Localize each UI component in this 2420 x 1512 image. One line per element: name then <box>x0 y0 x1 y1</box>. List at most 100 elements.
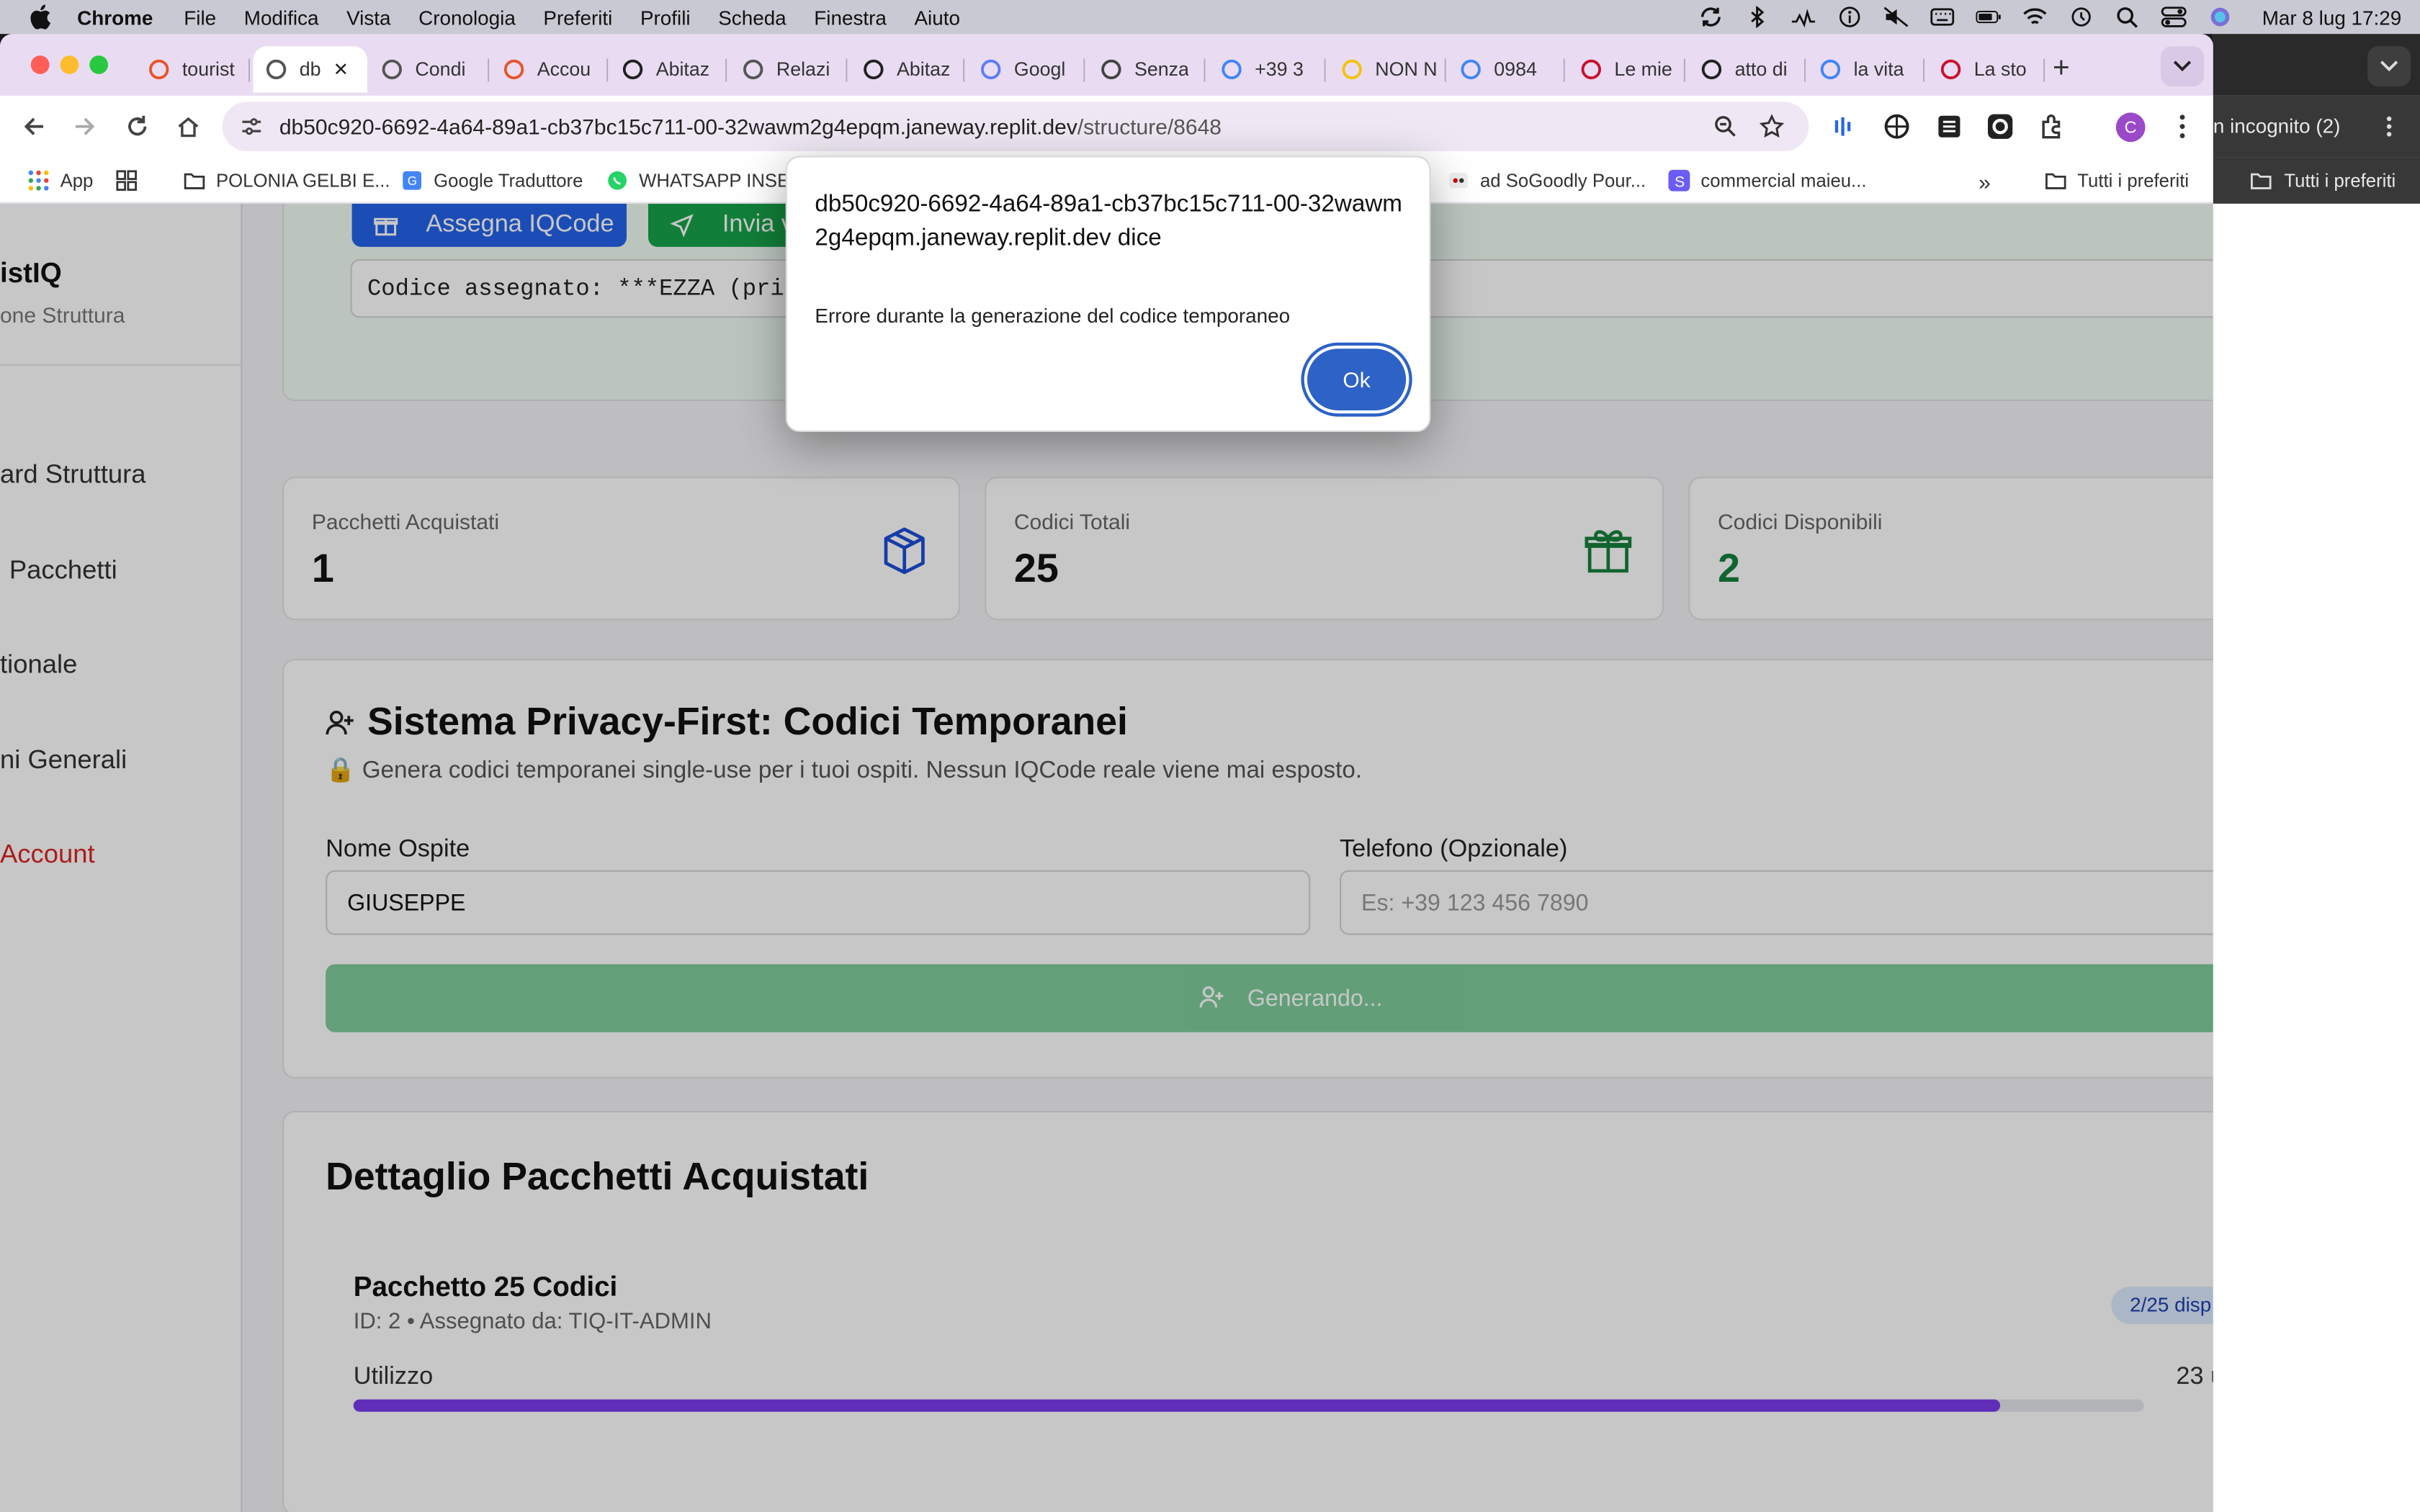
keyboard-icon[interactable] <box>1929 6 1955 28</box>
menu-finestra[interactable]: Finestra <box>814 6 887 29</box>
browser-tab[interactable]: La sto <box>1931 46 2045 92</box>
incognito-label[interactable]: n incognito (2) <box>2213 114 2341 138</box>
menu-file[interactable]: File <box>184 6 216 29</box>
battery-icon[interactable] <box>1975 6 2001 28</box>
new-tab-button[interactable]: + <box>2053 53 2070 86</box>
browser-tab[interactable]: 0984 <box>1451 46 1565 92</box>
tab-title: Abitaz <box>897 58 951 81</box>
kebab-menu-icon[interactable] <box>2167 111 2198 142</box>
mute-icon[interactable] <box>1883 6 1909 28</box>
browser-tab[interactable]: Senza <box>1091 46 1206 92</box>
svg-text:G: G <box>408 174 417 188</box>
extension-badge-icon[interactable] <box>1985 111 2016 142</box>
browser-tab[interactable]: Abitaz <box>853 46 965 92</box>
tab-title: db <box>299 58 321 81</box>
zoom-window-button[interactable] <box>89 55 108 74</box>
tab-title: Abitaz <box>655 58 710 81</box>
reader-mode-icon[interactable] <box>1934 111 1965 142</box>
menu-bar-clock[interactable]: Mar 8 lug 17:29 <box>2262 6 2402 29</box>
browser-tab[interactable]: NON N <box>1332 46 1446 92</box>
incognito-bookmarks-bar: Tutti i preferiti <box>2213 157 2420 204</box>
close-tab-icon[interactable]: ✕ <box>333 58 349 80</box>
menu-preferiti[interactable]: Preferiti <box>543 6 612 29</box>
wifi-icon[interactable] <box>2021 6 2047 28</box>
browser-tab[interactable]: Condi <box>372 46 490 92</box>
siri-icon[interactable] <box>2207 6 2233 28</box>
s-logo-icon: S <box>1668 169 1690 192</box>
bookmark-whatsapp[interactable]: WHATSAPP INSER <box>606 170 803 192</box>
browser-tab[interactable]: Relazi <box>733 46 848 92</box>
menu-scheda[interactable]: Scheda <box>718 6 786 29</box>
close-window-button[interactable] <box>30 55 50 74</box>
tab-separator <box>1683 58 1685 82</box>
tab-separator <box>1923 58 1925 82</box>
browser-toolbar: db50c920-6692-4a64-89a1-cb37bc15c711-00-… <box>0 95 2213 158</box>
bluetooth-icon[interactable] <box>1744 6 1770 28</box>
spotlight-search-icon[interactable] <box>2114 6 2140 28</box>
kebab-menu-icon[interactable] <box>2377 114 2401 139</box>
site-info-icon[interactable] <box>241 116 262 138</box>
extension-circle-icon[interactable] <box>1881 111 1912 142</box>
bookmark-apps[interactable]: App <box>28 170 93 192</box>
audio-extension-icon[interactable] <box>1829 111 1860 142</box>
browser-tab[interactable]: db ✕ <box>253 46 367 93</box>
tab-title: Condi <box>415 58 466 81</box>
activity-icon[interactable] <box>1790 6 1816 28</box>
browser-tab[interactable]: Googl <box>971 46 1085 92</box>
tab-favicon-icon <box>382 59 402 80</box>
zoom-icon[interactable] <box>1713 114 1738 139</box>
sogoodly-icon <box>1449 173 1468 189</box>
control-center-icon[interactable] <box>2160 6 2186 28</box>
bookmark-sogoodly[interactable]: ad SoGoodly Pour... <box>1448 170 1646 192</box>
bookmark-polonia[interactable]: POLONIA GELBI E... <box>184 170 390 192</box>
folder-icon <box>2045 173 2066 189</box>
tab-separator <box>1444 58 1446 82</box>
tab-favicon-icon <box>266 59 287 80</box>
tab-search-button[interactable] <box>2161 46 2204 86</box>
tab-separator <box>963 58 965 82</box>
accessibility-icon[interactable] <box>1836 6 1862 28</box>
bookmark-label: Google Traduttore <box>434 169 583 192</box>
home-button[interactable] <box>171 109 205 143</box>
menu-vista[interactable]: Vista <box>346 6 390 29</box>
alert-ok-button[interactable]: Ok <box>1307 348 1407 410</box>
incognito-all-bookmarks[interactable]: Tutti i preferiti <box>2284 170 2396 192</box>
browser-tab[interactable]: tourist <box>139 46 251 92</box>
tab-title: 0984 <box>1494 58 1537 81</box>
menu-aiuto[interactable]: Aiuto <box>914 6 960 29</box>
tab-separator <box>1804 58 1806 82</box>
back-button[interactable] <box>17 109 51 143</box>
bookmark-tab-groups[interactable] <box>116 170 148 192</box>
browser-tab[interactable]: Accou <box>494 46 609 92</box>
menu-modifica[interactable]: Modifica <box>244 6 319 29</box>
profile-avatar[interactable]: C <box>2115 112 2146 143</box>
tab-favicon-icon <box>1101 59 1121 80</box>
incognito-tab-search-button[interactable] <box>2367 46 2411 86</box>
apple-logo-icon[interactable] <box>30 4 51 30</box>
tab-favicon-icon <box>1940 59 1961 80</box>
bookmark-all-bookmarks[interactable]: Tutti i preferiti <box>2045 170 2189 192</box>
bookmark-commercial[interactable]: S commercial maieu... <box>1668 169 1867 192</box>
sync-icon[interactable] <box>1697 6 1723 28</box>
time-machine-icon[interactable] <box>2068 6 2094 28</box>
browser-tab[interactable]: Abitaz <box>613 46 727 92</box>
bookmark-label: commercial maieu... <box>1700 169 1867 192</box>
bookmark-google-traduttore[interactable]: G Google Traduttore <box>401 170 583 192</box>
address-bar[interactable]: db50c920-6692-4a64-89a1-cb37bc15c711-00-… <box>222 102 1809 151</box>
browser-tab[interactable]: atto di <box>1692 46 1806 92</box>
reload-button[interactable] <box>120 109 154 143</box>
bookmark-star-icon[interactable] <box>1759 114 1785 139</box>
browser-tab[interactable]: Le mie <box>1571 46 1685 92</box>
tab-separator <box>1204 58 1206 82</box>
menu-app-chrome[interactable]: Chrome <box>77 6 153 29</box>
arrow-right-icon <box>75 117 95 135</box>
forward-button[interactable] <box>68 109 102 143</box>
bookmarks-overflow-button[interactable]: » <box>1978 170 1991 194</box>
menu-profili[interactable]: Profili <box>640 6 691 29</box>
minimize-window-button[interactable] <box>60 55 79 74</box>
extensions-puzzle-icon[interactable] <box>2038 111 2069 142</box>
browser-tab[interactable]: +39 3 <box>1211 46 1326 92</box>
menu-cronologia[interactable]: Cronologia <box>418 6 516 29</box>
alert-dialog-message: Errore durante la generazione del codice… <box>815 304 1291 328</box>
browser-tab[interactable]: la vita <box>1811 46 1925 92</box>
